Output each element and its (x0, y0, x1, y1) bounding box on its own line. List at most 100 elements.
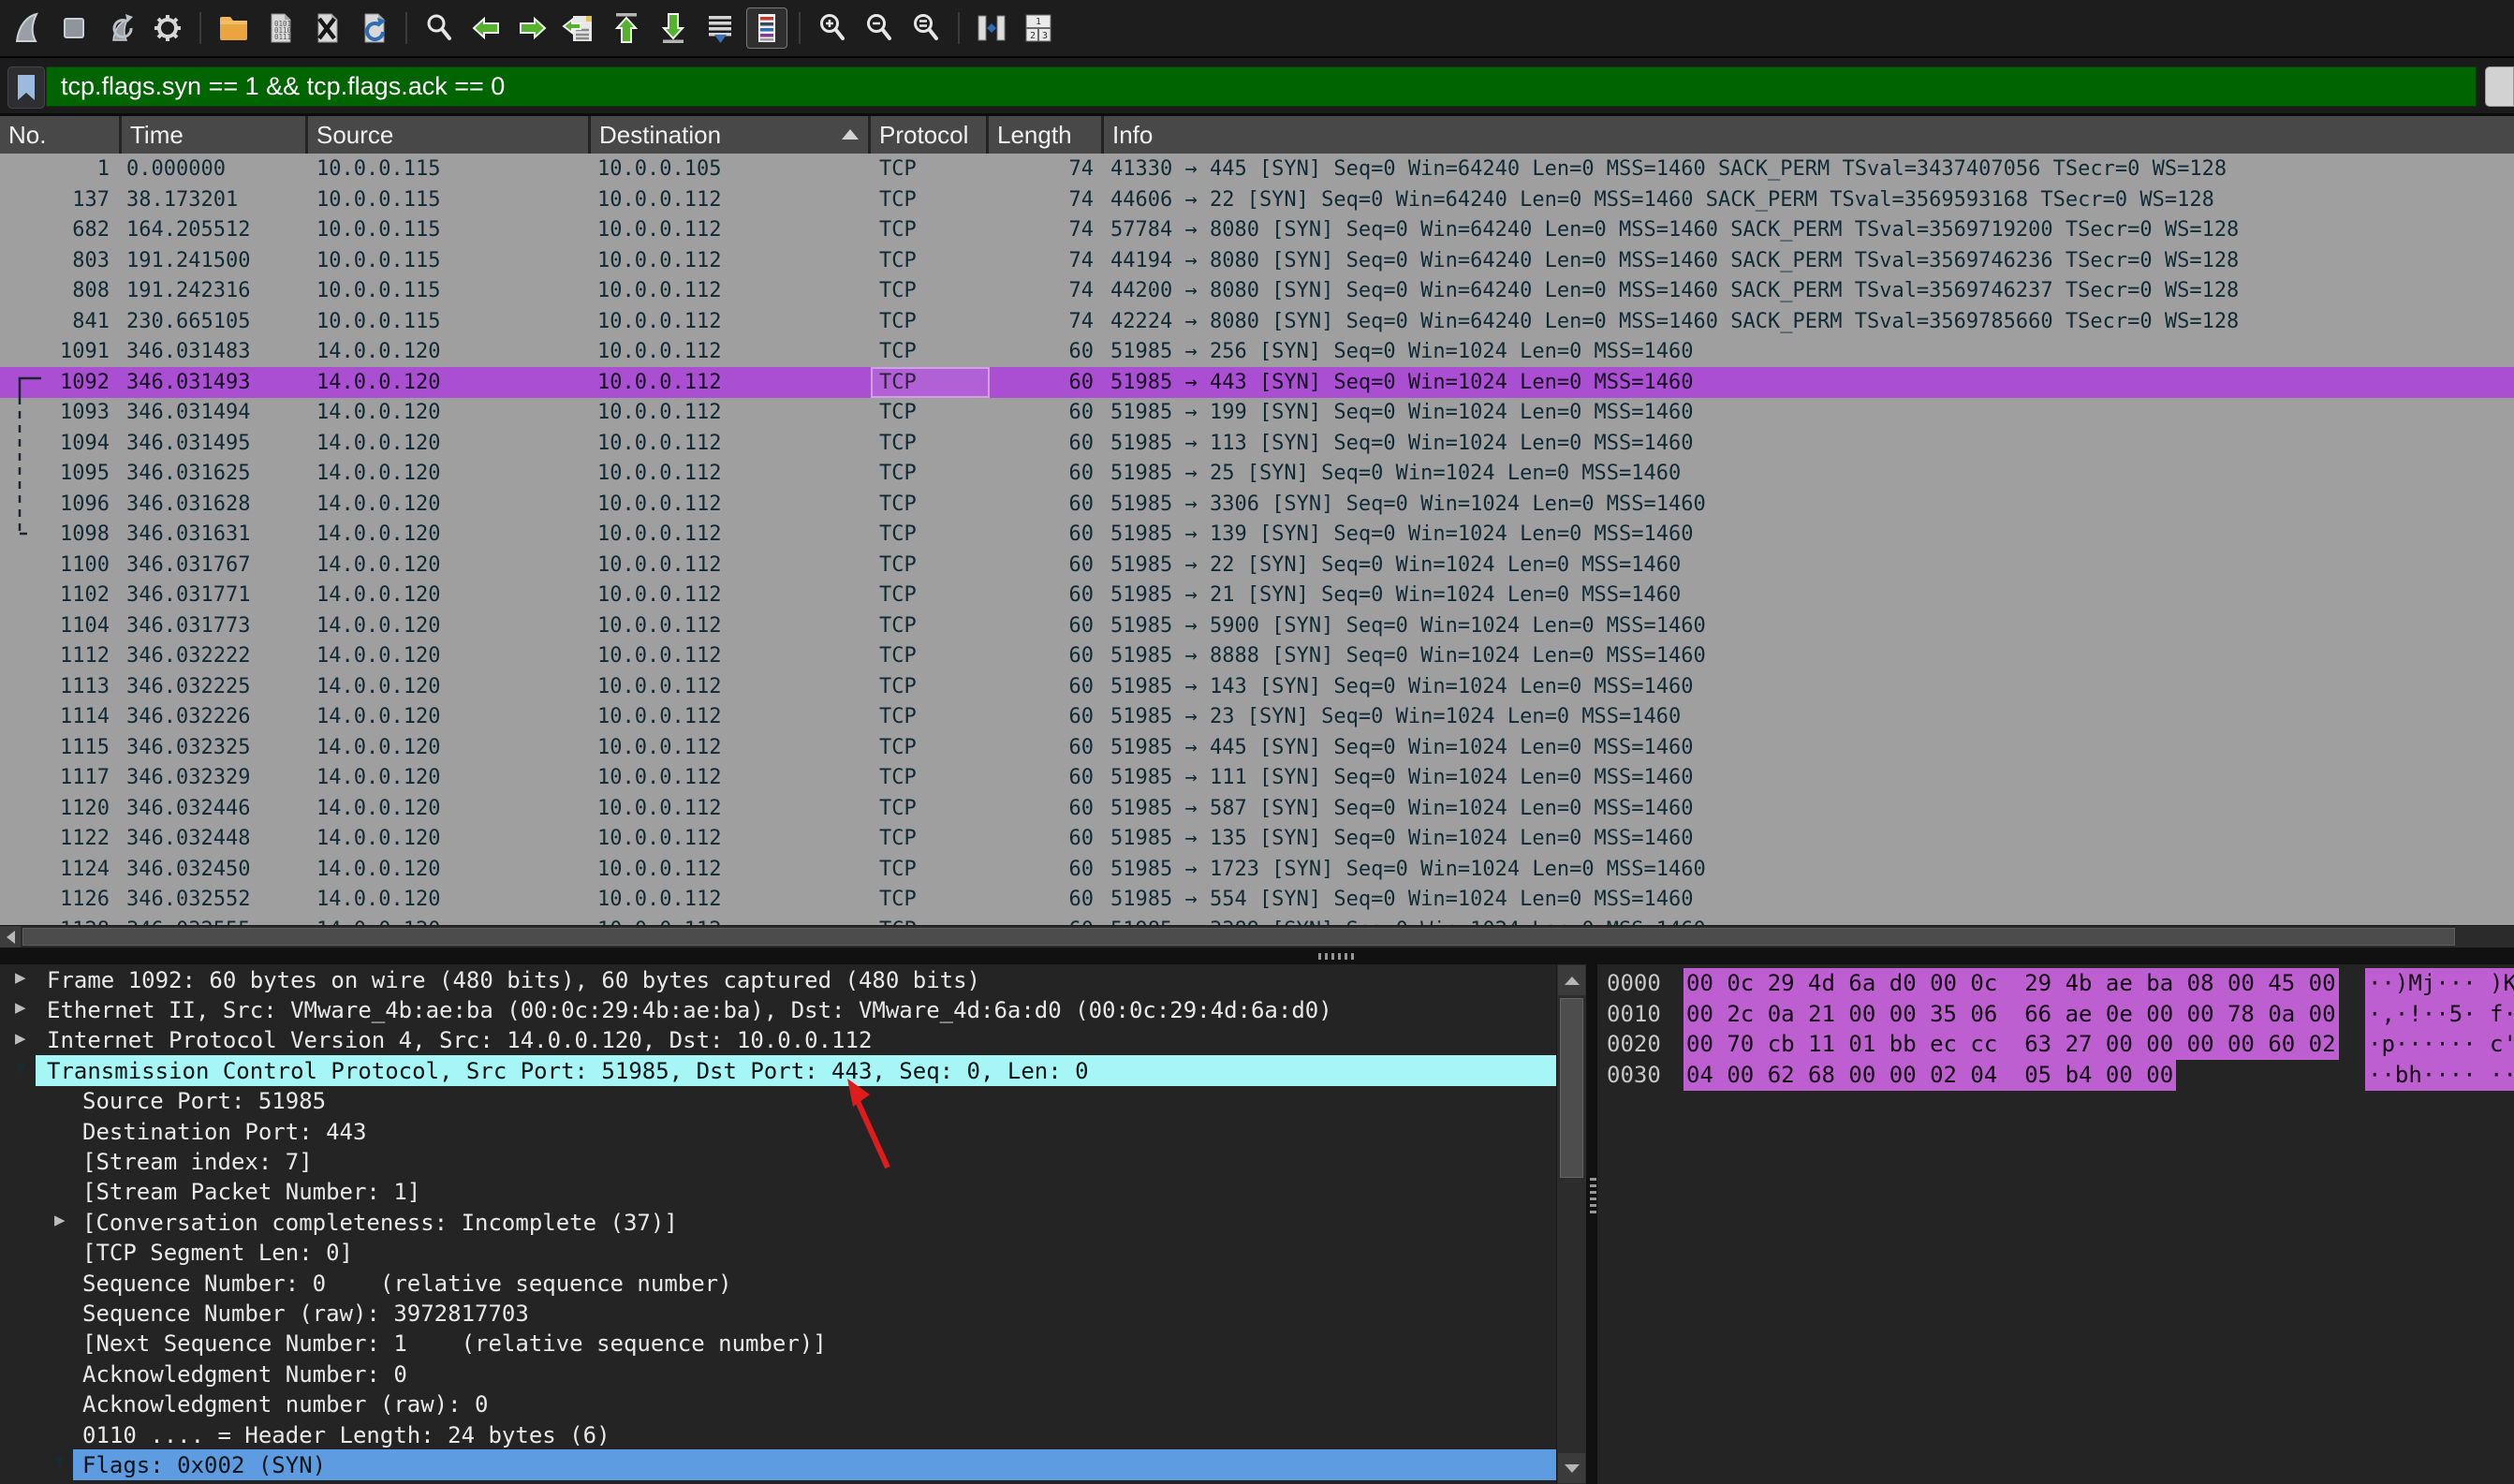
open-file-folder-icon[interactable] (213, 8, 253, 48)
packet-row[interactable]: 808191.24231610.0.0.11510.0.0.112TCP7444… (0, 275, 2514, 306)
column-header-protocol[interactable]: Protocol (871, 116, 989, 154)
packet-row[interactable]: 1113346.03222514.0.0.12010.0.0.112TCP605… (0, 671, 2514, 702)
packet-row[interactable]: 803191.24150010.0.0.11510.0.0.112TCP7444… (0, 245, 2514, 276)
filter-add-expression-button[interactable] (2485, 66, 2514, 107)
detail-row[interactable]: [Stream index: 7] (0, 1146, 1556, 1177)
scroll-up-arrow-icon[interactable] (1558, 965, 1585, 995)
detail-row[interactable]: Destination Port: 443 (0, 1116, 1556, 1147)
detail-row[interactable]: [Stream Packet Number: 1] (0, 1177, 1556, 1208)
filter-bookmark-button[interactable] (7, 66, 45, 109)
packet-row[interactable]: 13738.17320110.0.0.11510.0.0.112TCP74446… (0, 184, 2514, 215)
detail-row[interactable]: Source Port: 51985 (0, 1086, 1556, 1117)
start-capture-icon[interactable] (7, 8, 47, 48)
packet-row[interactable]: 1128346.03255514.0.0.12010.0.0.112TCP605… (0, 915, 2514, 926)
column-header-time[interactable]: Time (122, 116, 308, 154)
hex-ascii[interactable]: ·,·!··5· f····x·· (2365, 999, 2514, 1030)
packet-row[interactable]: 1124346.03245014.0.0.12010.0.0.112TCP605… (0, 854, 2514, 885)
resize-columns-icon[interactable] (972, 8, 1011, 48)
hex-ascii[interactable]: ··)Mj··· )K····E· (2365, 968, 2514, 999)
detail-row[interactable]: Acknowledgment Number: 0 (0, 1359, 1556, 1389)
detail-row[interactable]: [TCP Segment Len: 0] (0, 1238, 1556, 1269)
hex-bytes[interactable]: 00 70 cb 11 01 bb ec cc 63 27 00 00 00 0… (1683, 1029, 2339, 1060)
packet-details-pane[interactable]: ▶Frame 1092: 60 bytes on wire (480 bits)… (0, 964, 1556, 1484)
vertical-scrollbar-thumb[interactable] (1560, 998, 1583, 1178)
detail-row[interactable]: Sequence Number: 0 (relative sequence nu… (0, 1268, 1556, 1299)
stop-capture-icon[interactable] (54, 8, 94, 48)
hex-row[interactable]: 001000 2c 0a 21 00 00 35 06 66 ae 0e 00 … (1597, 999, 2514, 1030)
packet-row[interactable]: 1115346.03232514.0.0.12010.0.0.112TCP605… (0, 732, 2514, 763)
reload-file-icon[interactable] (354, 8, 393, 48)
hex-row[interactable]: 003004 00 62 68 00 00 02 04 05 b4 00 00·… (1597, 1060, 2514, 1091)
packet-row[interactable]: 1098346.03163114.0.0.12010.0.0.112TCP605… (0, 519, 2514, 550)
save-file-icon[interactable]: 010101100111 (260, 8, 300, 48)
detail-row[interactable]: Acknowledgment number (raw): 0 (0, 1389, 1556, 1420)
packet-row[interactable]: 1094346.03149514.0.0.12010.0.0.112TCP605… (0, 428, 2514, 459)
packet-row[interactable]: 1100346.03176714.0.0.12010.0.0.112TCP605… (0, 550, 2514, 580)
column-header-length[interactable]: Length (989, 116, 1104, 154)
zoom-in-icon[interactable] (813, 8, 852, 48)
capture-options-gear-icon[interactable] (148, 8, 187, 48)
go-back-icon[interactable] (466, 8, 506, 48)
hex-bytes[interactable]: 04 00 62 68 00 00 02 04 05 b4 00 00 (1683, 1060, 2176, 1091)
display-filter-input[interactable]: tcp.flags.syn == 1 && tcp.flags.ack == 0 (46, 66, 2477, 107)
horizontal-scrollbar-thumb[interactable] (22, 928, 2455, 946)
packet-row[interactable]: 1117346.03232914.0.0.12010.0.0.112TCP605… (0, 762, 2514, 793)
detail-row[interactable]: ▼Transmission Control Protocol, Src Port… (0, 1055, 1556, 1086)
packet-row[interactable]: 1091346.03148314.0.0.12010.0.0.112TCP605… (0, 336, 2514, 367)
packet-row[interactable]: 1096346.03162814.0.0.12010.0.0.112TCP605… (0, 489, 2514, 520)
column-header-no[interactable]: No. (0, 116, 122, 154)
colorize-packets-icon[interactable] (747, 8, 787, 48)
packet-row-selected[interactable]: 1092346.03149314.0.0.12010.0.0.112TCP605… (0, 367, 2514, 398)
packet-row[interactable]: 1095346.03162514.0.0.12010.0.0.112TCP605… (0, 458, 2514, 489)
column-header-source[interactable]: Source (308, 116, 591, 154)
auto-scroll-icon[interactable] (700, 8, 740, 48)
hex-ascii[interactable]: ·p······ c'····`· (2365, 1029, 2514, 1060)
packet-row[interactable]: 841230.66510510.0.0.11510.0.0.112TCP7442… (0, 306, 2514, 337)
column-header-destination[interactable]: Destination (591, 116, 871, 154)
close-file-icon[interactable] (307, 8, 346, 48)
detail-row[interactable]: ▼Flags: 0x002 (SYN) (0, 1449, 1556, 1480)
packet-list[interactable]: 10.00000010.0.0.11510.0.0.105TCP7441330 … (0, 154, 2514, 925)
packet-row[interactable]: 1093346.03149414.0.0.12010.0.0.112TCP605… (0, 397, 2514, 428)
go-to-packet-icon[interactable] (560, 8, 599, 48)
collapse-icon[interactable]: ▼ (54, 1452, 65, 1473)
scroll-left-arrow-icon[interactable] (0, 926, 21, 948)
detail-row[interactable]: ▶[Conversation completeness: Incomplete … (0, 1207, 1556, 1238)
go-first-packet-icon[interactable] (607, 8, 646, 48)
expand-icon[interactable]: ▶ (15, 967, 25, 988)
find-packet-icon[interactable] (419, 8, 459, 48)
expand-icon[interactable]: ▶ (54, 1210, 65, 1230)
column-header-info[interactable]: Info (1104, 116, 2514, 154)
hex-bytes[interactable]: 00 0c 29 4d 6a d0 00 0c 29 4b ae ba 08 0… (1683, 968, 2339, 999)
hex-ascii[interactable]: ··bh···· ···· (2365, 1060, 2514, 1091)
restart-capture-icon[interactable] (101, 8, 140, 48)
packet-list-horizontal-scrollbar[interactable] (0, 925, 2514, 948)
zoom-out-icon[interactable] (860, 8, 899, 48)
detail-row[interactable]: Sequence Number (raw): 3972817703 (0, 1298, 1556, 1329)
pane-splitter-horizontal[interactable] (0, 948, 2514, 964)
packet-row[interactable]: 1102346.03177114.0.0.12010.0.0.112TCP605… (0, 580, 2514, 610)
zoom-original-icon[interactable] (906, 8, 946, 48)
hex-dump-pane[interactable]: 000000 0c 29 4d 6a d0 00 0c 29 4b ae ba … (1597, 964, 2514, 1484)
detail-row[interactable]: 0110 .... = Header Length: 24 bytes (6) (0, 1419, 1556, 1450)
packet-row[interactable]: 682164.20551210.0.0.11510.0.0.112TCP7457… (0, 214, 2514, 245)
hex-row[interactable]: 002000 70 cb 11 01 bb ec cc 63 27 00 00 … (1597, 1029, 2514, 1060)
pane-splitter-vertical[interactable] (1586, 964, 1597, 1484)
detail-row[interactable]: [Next Sequence Number: 1 (relative seque… (0, 1329, 1556, 1359)
detail-row[interactable]: ▶Frame 1092: 60 bytes on wire (480 bits)… (0, 964, 1556, 995)
packet-row[interactable]: 1114346.03222614.0.0.12010.0.0.112TCP605… (0, 701, 2514, 732)
hex-bytes[interactable]: 00 2c 0a 21 00 00 35 06 66 ae 0e 00 00 7… (1683, 999, 2339, 1030)
packet-row[interactable]: 1112346.03222214.0.0.12010.0.0.112TCP605… (0, 640, 2514, 671)
collapse-icon[interactable]: ▼ (15, 1058, 25, 1079)
detail-row[interactable]: ▶Internet Protocol Version 4, Src: 14.0.… (0, 1025, 1556, 1056)
packet-row[interactable]: 1120346.03244614.0.0.12010.0.0.112TCP605… (0, 793, 2514, 824)
detail-row[interactable]: ▶Ethernet II, Src: VMware_4b:ae:ba (00:0… (0, 994, 1556, 1025)
expand-icon[interactable]: ▶ (15, 997, 25, 1018)
expand-icon[interactable]: ▶ (15, 1028, 25, 1049)
layout-columns-icon[interactable]: 123 (1019, 8, 1058, 48)
packet-row[interactable]: 1122346.03244814.0.0.12010.0.0.112TCP605… (0, 823, 2514, 854)
hex-row[interactable]: 000000 0c 29 4d 6a d0 00 0c 29 4b ae ba … (1597, 968, 2514, 999)
packet-row[interactable]: 1104346.03177314.0.0.12010.0.0.112TCP605… (0, 610, 2514, 641)
scroll-down-arrow-icon[interactable] (1558, 1453, 1585, 1483)
go-last-packet-icon[interactable] (654, 8, 693, 48)
